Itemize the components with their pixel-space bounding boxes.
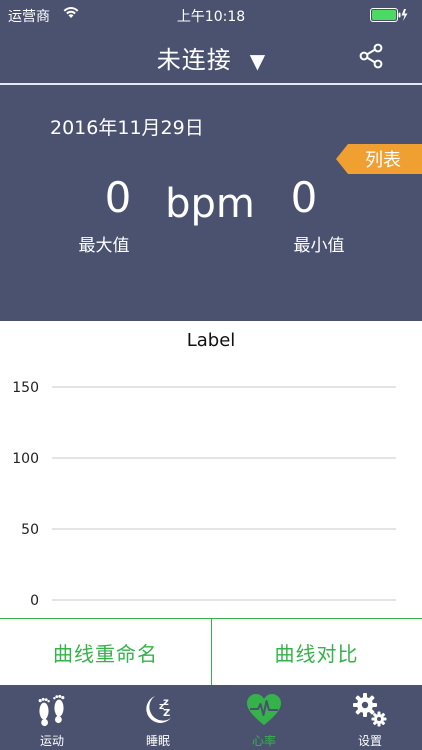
rename-curve-button[interactable]: 曲线重命名	[0, 619, 212, 685]
y-tick-label: 150	[12, 380, 39, 396]
compare-curves-button[interactable]: 曲线对比	[211, 619, 422, 685]
tab-sleep-label: 睡眠	[145, 734, 170, 748]
heart-rate-icon	[247, 694, 281, 725]
tab-heart-rate-label: 心率	[251, 734, 276, 748]
nav-bar: 未连接 ▼	[0, 30, 422, 83]
summary-date: 2016年11月29日	[50, 117, 204, 139]
heart-rate-summary: 2016年11月29日 列表 0 bpm 0 最大值 最小值	[0, 85, 422, 321]
tab-sleep[interactable]: z z Z 睡眠	[106, 685, 210, 750]
tab-heart-rate[interactable]: 心率	[212, 685, 316, 750]
min-value: 0	[290, 173, 318, 222]
svg-text:z: z	[163, 697, 169, 708]
y-tick-label: 100	[12, 451, 39, 467]
chart-canvas: 0 50 100 150	[12, 380, 396, 609]
status-time: 上午10:18	[176, 9, 246, 25]
battery-icon	[370, 8, 408, 22]
share-icon[interactable]	[358, 43, 384, 69]
heart-rate-chart: 0 50 100 150 Label	[0, 321, 422, 618]
tab-activity-label: 运动	[39, 734, 64, 748]
gears-icon	[353, 693, 387, 727]
tab-settings-label: 设置	[357, 734, 382, 748]
tab-settings[interactable]: 设置	[318, 685, 422, 750]
connection-status-title: 未连接	[156, 46, 232, 74]
tab-activity[interactable]: 运动	[0, 685, 104, 750]
status-bar: 运营商 上午10:18	[0, 0, 422, 30]
max-value: 0	[104, 173, 132, 222]
footprints-icon	[38, 694, 65, 727]
min-value-label: 最小值	[293, 236, 345, 256]
tab-bar: 运动 z z Z 睡眠 心率 设置	[0, 685, 422, 750]
y-tick-label: 50	[21, 522, 39, 538]
unit-label: bpm	[165, 181, 255, 227]
curve-actions: 曲线重命名 曲线对比	[0, 618, 422, 685]
dropdown-caret-icon: ▼	[249, 49, 266, 73]
y-tick-label: 0	[30, 593, 39, 609]
list-view-button[interactable]: 列表	[336, 144, 422, 174]
svg-text:Z: Z	[163, 708, 170, 719]
max-value-label: 最大值	[78, 236, 130, 256]
chart-title: Label	[186, 330, 236, 351]
moon-sleep-icon: z z Z	[146, 696, 171, 723]
